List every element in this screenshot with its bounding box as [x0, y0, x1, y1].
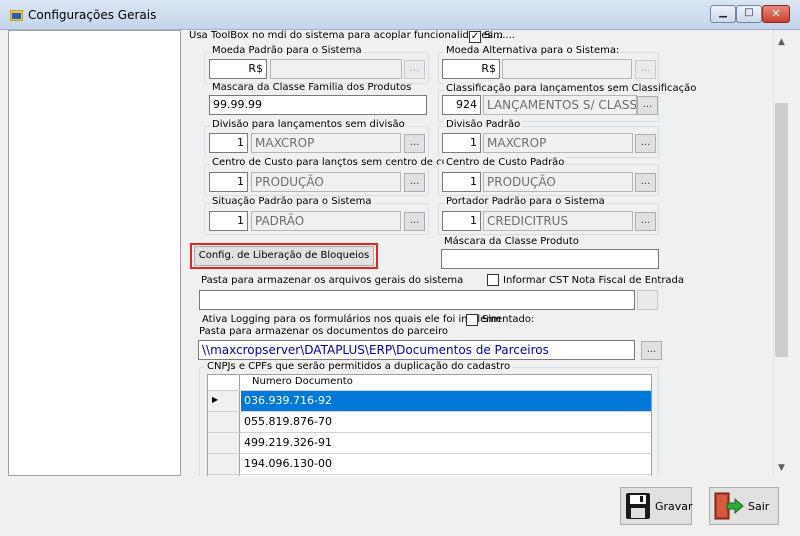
current-row-indicator: ▶	[208, 391, 240, 411]
maximize-icon: □	[744, 7, 754, 18]
grid-corner	[208, 375, 240, 390]
grid-cell[interactable]: 194.096.130-00	[241, 454, 651, 474]
grid-column-header[interactable]: Numero Documento	[248, 375, 651, 390]
save-icon	[626, 493, 650, 519]
cnpj-grid[interactable]: Numero Documento ▶ 036.939.716-92 055.81…	[207, 374, 652, 476]
sair-label: Sair	[748, 500, 770, 513]
row-header	[208, 433, 240, 453]
mascara-familia-field[interactable]: 99.99.99	[209, 95, 427, 115]
mascara-familia-label: Mascara da Classe Familia dos Produtos	[212, 82, 412, 93]
divisao-padrao-lookup-button[interactable]: ...	[635, 134, 656, 153]
pasta-arquivos-field[interactable]	[199, 290, 635, 310]
grid-header-row: Numero Documento	[208, 375, 651, 391]
pasta-arquivos-label: Pasta para armazenar os arquivos gerais …	[201, 275, 464, 286]
row-header	[208, 454, 240, 474]
divisao-padrao-label: Divisão Padrão	[444, 119, 523, 130]
gravar-button[interactable]: Gravar	[620, 487, 693, 525]
moeda-alt-lookup-button[interactable]: ...	[635, 60, 656, 79]
scroll-down-icon[interactable]: ▼	[773, 463, 790, 473]
classificacao-name: LANÇAMENTOS S/ CLASSIF	[483, 95, 637, 115]
situacao-name: PADRÃO	[251, 211, 401, 231]
moeda-padrao-code[interactable]: R$	[209, 59, 267, 79]
maximize-button[interactable]: □	[736, 5, 762, 23]
minimize-button[interactable]: ▁	[710, 5, 736, 23]
classificacao-lookup-button[interactable]: ...	[637, 96, 658, 115]
cnpj-group-label: CNPJs e CPFs que serão permitidos a dupl…	[205, 361, 513, 372]
mascara-produto-field[interactable]	[441, 249, 659, 269]
divisao-padrao-name: MAXCROP	[483, 133, 633, 153]
portador-name: CREDICITRUS	[483, 211, 633, 231]
toolbox-check-label: Sim	[484, 30, 503, 41]
moeda-alt-code[interactable]: R$	[442, 59, 500, 79]
title-bar: Configurações Gerais ▁ □ ✕	[0, 0, 800, 30]
scroll-up-icon[interactable]: ▲	[773, 37, 790, 47]
divisao-padrao-code[interactable]: 1	[442, 133, 481, 153]
moeda-alt-label: Moeda Alternativa para o Sistema:	[444, 45, 622, 56]
logging-check-label: Sim	[482, 314, 501, 325]
row-pointer-icon: ▶	[212, 395, 219, 404]
cc-padrao-label: Centro de Custo Padrão	[444, 157, 567, 168]
row-header	[208, 412, 240, 432]
table-row[interactable]: 194.096.130-00	[208, 454, 651, 475]
pasta-parceiro-field[interactable]: \\maxcropserver\DATAPLUS\ERP\Documentos …	[198, 340, 635, 360]
cc-sem-lookup-button[interactable]: ...	[404, 173, 425, 192]
config-bloqueios-button[interactable]: Config. de Liberação de Bloqueios	[194, 246, 374, 266]
sair-button[interactable]: Sair	[709, 487, 779, 525]
logging-checkbox[interactable]	[466, 314, 478, 326]
cc-padrao-name: PRODUÇÃO	[483, 172, 633, 192]
situacao-lookup-button[interactable]: ...	[404, 212, 425, 231]
situacao-label: Situação Padrão para o Sistema	[210, 196, 374, 207]
grid-cell[interactable]: 036.939.716-92	[241, 391, 651, 411]
close-icon: ✕	[771, 7, 781, 20]
window-title: Configurações Gerais	[28, 8, 157, 22]
cc-sem-label: Centro de Custo para lançtos sem centro …	[210, 157, 466, 168]
divisao-sem-label: Divisão para lançamentos sem divisão	[210, 119, 407, 130]
divisao-sem-code[interactable]: 1	[209, 133, 248, 153]
pasta-parceiro-label: Pasta para armazenar os documentos do pa…	[199, 326, 449, 337]
moeda-padrao-name	[270, 59, 402, 79]
cst-checkbox[interactable]	[487, 274, 499, 286]
divisao-sem-lookup-button[interactable]: ...	[404, 134, 425, 153]
divisao-sem-name: MAXCROP	[251, 133, 401, 153]
scroll-thumb[interactable]	[775, 103, 788, 357]
moeda-padrao-lookup-button[interactable]: ...	[404, 60, 425, 79]
portador-code[interactable]: 1	[442, 211, 481, 231]
mascara-produto-label: Máscara da Classe Produto	[444, 236, 579, 247]
table-row[interactable]: ▶ 036.939.716-92	[208, 391, 651, 412]
portador-lookup-button[interactable]: ...	[635, 212, 656, 231]
cst-label: Informar CST Nota Fiscal de Entrada	[503, 275, 685, 286]
cc-sem-name: PRODUÇÃO	[251, 172, 401, 192]
portador-label: Portador Padrão para o Sistema	[444, 196, 607, 207]
moeda-padrao-label: Moeda Padrão para o Sistema	[210, 45, 364, 56]
situacao-code[interactable]: 1	[209, 211, 248, 231]
table-row[interactable]: 499.219.326-91	[208, 433, 651, 454]
minimize-icon: ▁	[719, 7, 727, 18]
grid-cell[interactable]: 055.819.876-70	[241, 412, 651, 432]
cc-padrao-code[interactable]: 1	[442, 172, 481, 192]
grid-cell[interactable]: 499.219.326-91	[241, 433, 651, 453]
left-navigation-panel[interactable]	[8, 30, 181, 476]
classificacao-code[interactable]: 924	[442, 95, 481, 115]
cc-sem-code[interactable]: 1	[209, 172, 248, 192]
pasta-parceiro-browse-button[interactable]: ...	[641, 341, 662, 360]
moeda-alt-name	[502, 59, 632, 79]
pasta-arquivos-browse-button[interactable]	[637, 290, 658, 310]
toolbox-label: Usa ToolBox no mdi do sistema para acopl…	[189, 30, 515, 41]
app-icon	[10, 10, 23, 21]
close-button[interactable]: ✕	[762, 5, 790, 23]
cc-padrao-lookup-button[interactable]: ...	[635, 173, 656, 192]
toolbox-checkbox[interactable]: ✓	[469, 31, 481, 43]
exit-door-icon	[714, 492, 744, 520]
table-row[interactable]: 055.819.876-70	[208, 412, 651, 433]
settings-form: Usa ToolBox no mdi do sistema para acopl…	[182, 30, 773, 476]
classificacao-label: Classificação para lançamentos sem Class…	[444, 83, 699, 94]
gravar-label: Gravar	[655, 500, 693, 513]
